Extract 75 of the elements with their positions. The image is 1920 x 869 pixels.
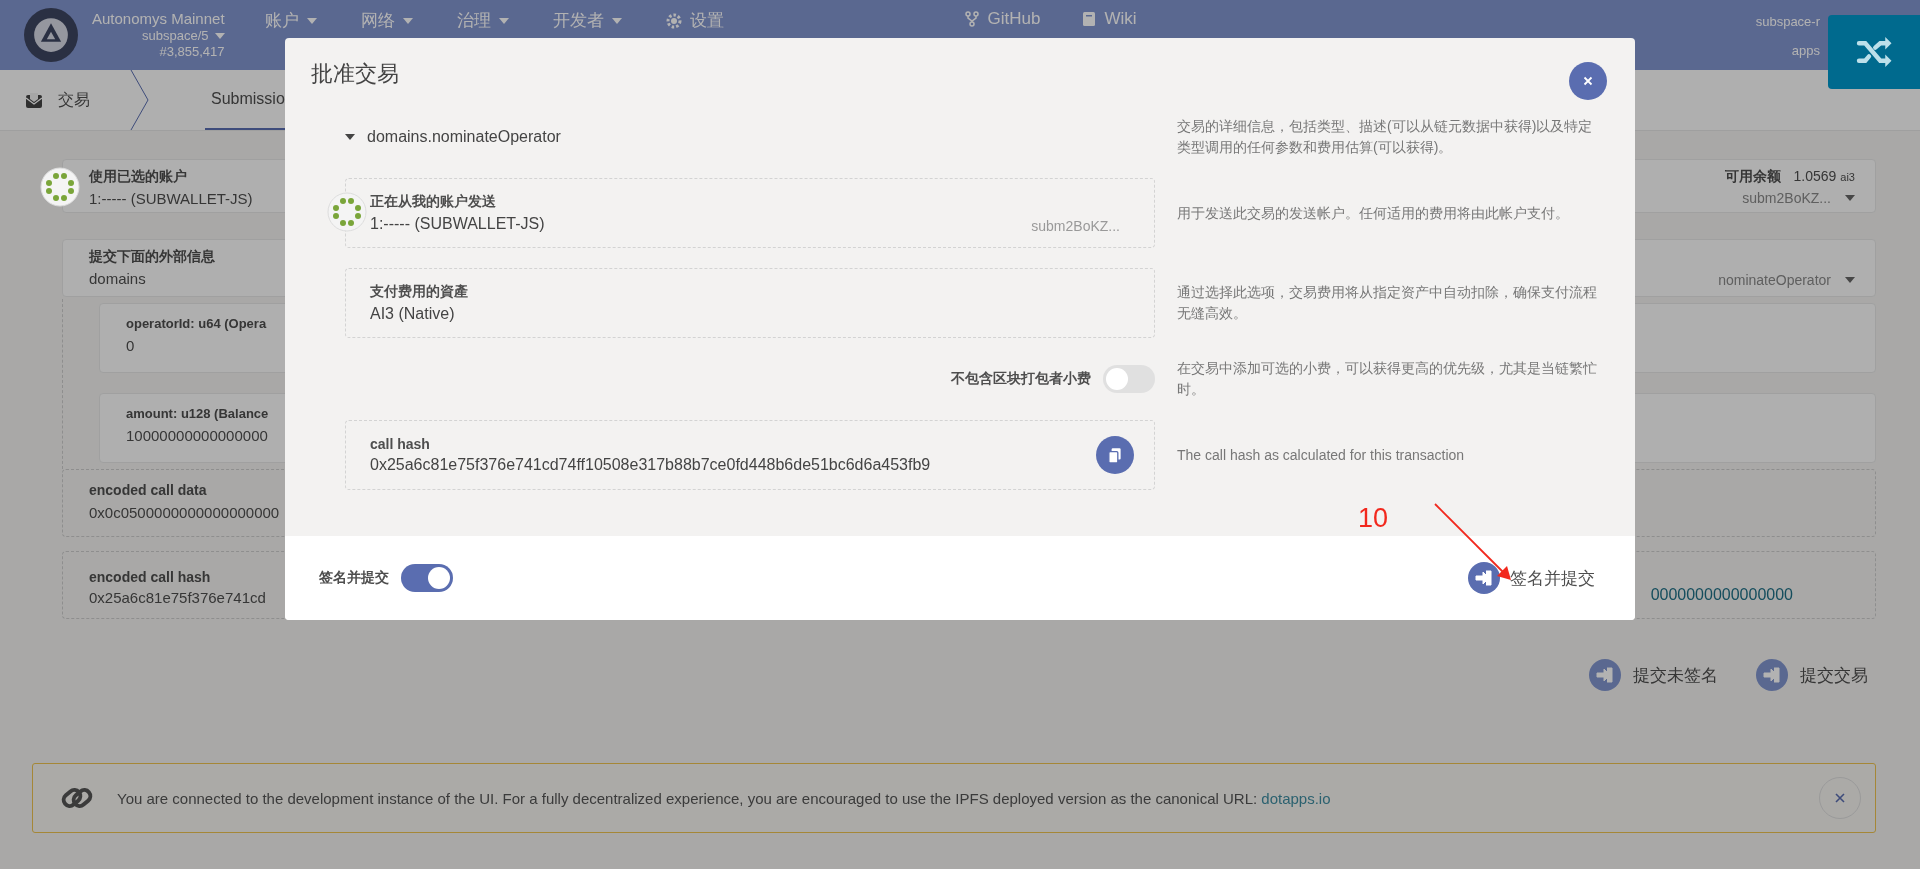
- annotation-number: 10: [1358, 503, 1389, 534]
- field-label: 正在从我的账户发送: [370, 193, 496, 211]
- sign-toggle[interactable]: [401, 564, 453, 592]
- logo-icon: [24, 8, 78, 62]
- menu-item[interactable]: 账户: [264, 9, 317, 32]
- account-name: 1:----- (SUBWALLET-JS): [370, 215, 545, 233]
- caret-icon[interactable]: [345, 134, 355, 140]
- hash-link[interactable]: 0000000000000000: [1650, 586, 1793, 604]
- menu-item[interactable]: 开发者: [552, 9, 622, 32]
- app-label: apps: [1791, 43, 1820, 58]
- block-number: #3,855,417: [159, 44, 225, 60]
- menu-item[interactable]: 网络: [360, 9, 413, 32]
- copy-button[interactable]: [1096, 436, 1134, 474]
- field-label: amount: u128 (Balance: [126, 406, 269, 421]
- gear-icon[interactable]: [665, 12, 682, 29]
- sign-submit-button[interactable]: 签名并提交: [1468, 562, 1595, 594]
- field-label: 提交下面的外部信息: [89, 248, 215, 266]
- toggle-label: 不包含区块打包者小费: [951, 370, 1091, 388]
- field-label: encoded call data: [89, 482, 207, 498]
- node-name: subspace-r: [1755, 14, 1820, 29]
- balance-value: 1.0569: [1793, 168, 1837, 184]
- shuffle-button[interactable]: [1828, 15, 1920, 89]
- banner-link[interactable]: dotapps.io: [1261, 789, 1331, 807]
- section-title: 交易: [58, 89, 90, 110]
- encoded-value: 0x0c0500000000000000000: [89, 504, 280, 521]
- asset-value: AI3 (Native): [370, 305, 455, 323]
- help-text: 在交易中添加可选的小费，可以获得更高的优先级，尤其是当链繁忙时。: [1177, 359, 1598, 399]
- asset-field[interactable]: 支付费用的資產 AI3 (Native): [345, 268, 1155, 338]
- help-text: 通过选择此选项，交易费用将从指定资产中自动扣除，确保支付流程无缝高效。: [1177, 283, 1598, 323]
- menu-item[interactable]: 设置: [665, 9, 724, 32]
- sign-in-icon[interactable]: [1589, 659, 1621, 691]
- identicon-icon: [327, 192, 367, 232]
- breadcrumb-chevron: [130, 70, 150, 130]
- toggle-label: 签名并提交: [319, 569, 389, 587]
- sign-in-icon[interactable]: [1468, 562, 1500, 594]
- balance-label: 可用余额: [1725, 168, 1782, 186]
- menu-item[interactable]: 治理: [456, 9, 509, 32]
- action-button[interactable]: 提交交易: [1756, 659, 1868, 691]
- account-name: 1:----- (SUBWALLET-JS): [89, 190, 253, 207]
- balance-unit: ai3: [1840, 171, 1855, 183]
- param-value: 10000000000000000: [126, 427, 268, 444]
- param-value: 0: [126, 337, 135, 354]
- field-label: call hash: [370, 436, 430, 452]
- banner-text: You are connected to the development instance of the UI. For a fully decentralized experience, you are encouraged to use the IPFS deployed version as the canonical URL: dotapps.io: [117, 789, 1331, 807]
- help-text: 交易的详细信息，包括类型、描述(可以从链元数据中获得)以及特定类型调用的任何参数和费用估算(可以获得)。: [1177, 117, 1594, 157]
- chain-name[interactable]: subspace/5: [142, 28, 209, 44]
- sender-field[interactable]: 正在从我的账户发送 1:----- (SUBWALLET-JS) subm2BoKZ...: [345, 178, 1155, 248]
- field-label: 支付费用的資產: [370, 283, 468, 301]
- dialog-title: 批准交易: [311, 60, 399, 88]
- branch-icon[interactable]: [963, 11, 980, 27]
- header-link[interactable]: Wiki: [1080, 9, 1137, 29]
- envelope-icon: [24, 90, 44, 110]
- method-value: nominateOperator: [1718, 272, 1831, 288]
- field-label: 使用已选的账户: [89, 168, 187, 186]
- close-button[interactable]: [1569, 62, 1607, 100]
- field-label: encoded call hash: [89, 569, 211, 585]
- encoded-value: 0x25a6c81e75f376e741cd: [89, 589, 266, 606]
- sign-in-icon[interactable]: [1756, 659, 1788, 691]
- caret-icon[interactable]: [1845, 195, 1855, 201]
- account-address: subm2BoKZ...: [1742, 190, 1831, 206]
- network-name: Autonomys Mainnet: [92, 10, 225, 28]
- help-text: 用于发送此交易的发送帐户。任何适用的费用将由此帐户支付。: [1177, 203, 1570, 223]
- help-text: The call hash as calculated for this transaction: [1177, 445, 1466, 465]
- action-button[interactable]: 提交未签名: [1589, 659, 1718, 691]
- book-icon[interactable]: [1080, 11, 1097, 27]
- section-value: domains: [89, 270, 146, 287]
- call-summary[interactable]: domains.nominateOperator: [345, 128, 561, 146]
- hash-value: 0x25a6c81e75f376e741cd74ff10508e317b88b7ce0fd448b6de51bc6d6a453fb9: [370, 456, 931, 474]
- caret-icon[interactable]: [1845, 277, 1855, 283]
- account-address: subm2BoKZ...: [1031, 218, 1120, 234]
- copy-icon[interactable]: [1106, 446, 1124, 464]
- tip-toggle[interactable]: [1103, 365, 1155, 393]
- header-link[interactable]: GitHub: [963, 9, 1041, 29]
- field-label: operatorId: u64 (Opera: [126, 316, 267, 331]
- close-icon[interactable]: [1834, 792, 1846, 804]
